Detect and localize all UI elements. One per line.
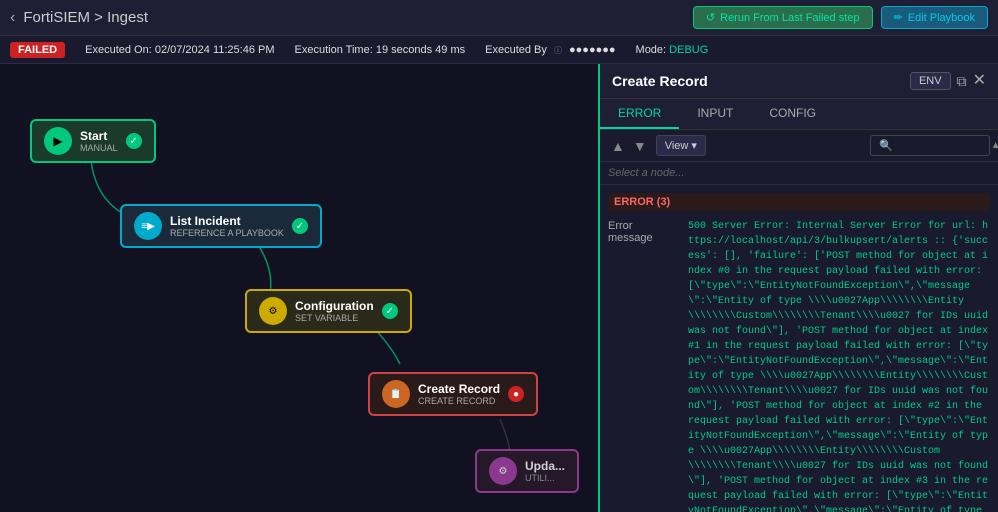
edit-playbook-button[interactable]: ✏ Edit Playbook [881, 6, 988, 29]
list-incident-label: List Incident REFERENCE A PLAYBOOK [170, 214, 284, 238]
exec-time-value: 19 seconds 49 ms [376, 44, 465, 56]
search-icon: 🔍 [879, 139, 893, 152]
exec-time-label: Execution Time: [295, 44, 373, 56]
start-node-icon: ▶ [44, 127, 72, 155]
page-title: FortiSIEM > Ingest [23, 9, 148, 26]
executed-on: Executed On: 02/07/2024 11:25:46 PM [85, 44, 274, 56]
copy-icon[interactable]: ⧉ [957, 73, 967, 90]
executed-on-label: Executed On: [85, 44, 152, 56]
panel-title: Create Record [612, 73, 708, 89]
tab-input[interactable]: INPUT [679, 99, 751, 129]
start-node[interactable]: ▶ Start MANUAL ✓ [30, 119, 156, 163]
create-record-error: ● [508, 386, 524, 402]
app-name: FortiSIEM [23, 9, 90, 26]
arrow-up-icon[interactable]: ▲ [608, 137, 628, 155]
status-bar: FAILED Executed On: 02/07/2024 11:25:46 … [0, 36, 998, 64]
search-input[interactable] [897, 140, 987, 152]
arrow-down-icon[interactable]: ▼ [630, 137, 650, 155]
env-button[interactable]: ENV [910, 72, 951, 90]
separator: > [90, 9, 107, 26]
list-incident-node[interactable]: ≡▶ List Incident REFERENCE A PLAYBOOK ✓ [120, 204, 322, 248]
right-panel: Create Record ENV ⧉ ✕ ERROR INPUT CONFIG… [598, 64, 998, 512]
canvas-area[interactable]: ▶ Start MANUAL ✓ ≡▶ List Incident REFERE… [0, 64, 598, 512]
list-incident-icon: ≡▶ [134, 212, 162, 240]
tab-error[interactable]: ERROR [600, 99, 679, 129]
panel-toolbar: ▲ ▼ View ▾ 🔍 ▲▼ [600, 130, 998, 162]
update-node-label: Upda... UTILI... [525, 459, 565, 483]
top-bar-actions: ↺ Rerun From Last Failed step ✏ Edit Pla… [693, 6, 988, 29]
mode: Mode: DEBUG [636, 44, 709, 56]
create-record-label: Create Record CREATE RECORD [418, 382, 500, 406]
executed-on-value: 02/07/2024 11:25:46 PM [155, 44, 275, 56]
start-node-check: ✓ [126, 133, 142, 149]
node-selector[interactable]: Select a node... [600, 162, 998, 185]
rerun-label: Rerun From Last Failed step [720, 12, 859, 24]
mode-value: DEBUG [669, 44, 708, 56]
panel-header: Create Record ENV ⧉ ✕ [600, 64, 998, 99]
error-row: Errormessage 500 Server Error: Internal … [608, 219, 990, 512]
create-record-node[interactable]: 📋 Create Record CREATE RECORD ● [368, 372, 538, 416]
panel-tabs: ERROR INPUT CONFIG [600, 99, 998, 130]
executed-by: Executed By ⓘ ●●●●●●● [485, 44, 615, 56]
search-box[interactable]: 🔍 ▲▼ [870, 135, 990, 156]
list-incident-check: ✓ [292, 218, 308, 234]
update-node[interactable]: ⚙ Upda... UTILI... [475, 449, 579, 493]
config-node-label: Configuration SET VARIABLE [295, 299, 374, 323]
exec-by-label: Executed By [485, 44, 547, 56]
edit-icon: ✏ [894, 11, 903, 24]
rerun-button[interactable]: ↺ Rerun From Last Failed step [693, 6, 873, 29]
toolbar-arrows: ▲ ▼ [608, 137, 650, 155]
top-bar: ‹ FortiSIEM > Ingest ↺ Rerun From Last F… [0, 0, 998, 36]
error-header: ERROR (3) [608, 193, 990, 211]
exec-by-value: ●●●●●●● [569, 44, 616, 56]
create-record-icon: 📋 [382, 380, 410, 408]
rerun-icon: ↺ [706, 11, 715, 24]
tab-config[interactable]: CONFIG [751, 99, 834, 129]
start-node-label: Start MANUAL [80, 129, 118, 153]
page-name: Ingest [107, 9, 148, 26]
view-label: View ▾ [665, 139, 697, 152]
mode-label: Mode: [636, 44, 667, 56]
config-node-icon: ⚙ [259, 297, 287, 325]
config-node-check: ✓ [382, 303, 398, 319]
execution-time: Execution Time: 19 seconds 49 ms [295, 44, 466, 56]
sort-arrows-icon[interactable]: ▲▼ [991, 140, 998, 151]
configuration-node[interactable]: ⚙ Configuration SET VARIABLE ✓ [245, 289, 412, 333]
nav-back-icon[interactable]: ‹ [10, 9, 15, 27]
view-dropdown[interactable]: View ▾ [656, 135, 706, 156]
error-section: ERROR (3) Errormessage 500 Server Error:… [600, 185, 998, 512]
edit-label: Edit Playbook [908, 12, 975, 24]
main-layout: ▶ Start MANUAL ✓ ≡▶ List Incident REFERE… [0, 64, 998, 512]
failed-badge: FAILED [10, 42, 65, 58]
error-key-label: Errormessage [608, 219, 688, 512]
close-button[interactable]: ✕ [973, 73, 986, 89]
update-node-icon: ⚙ [489, 457, 517, 485]
panel-header-actions: ENV ⧉ ✕ [910, 72, 986, 90]
error-value: 500 Server Error: Internal Server Error … [688, 219, 990, 512]
